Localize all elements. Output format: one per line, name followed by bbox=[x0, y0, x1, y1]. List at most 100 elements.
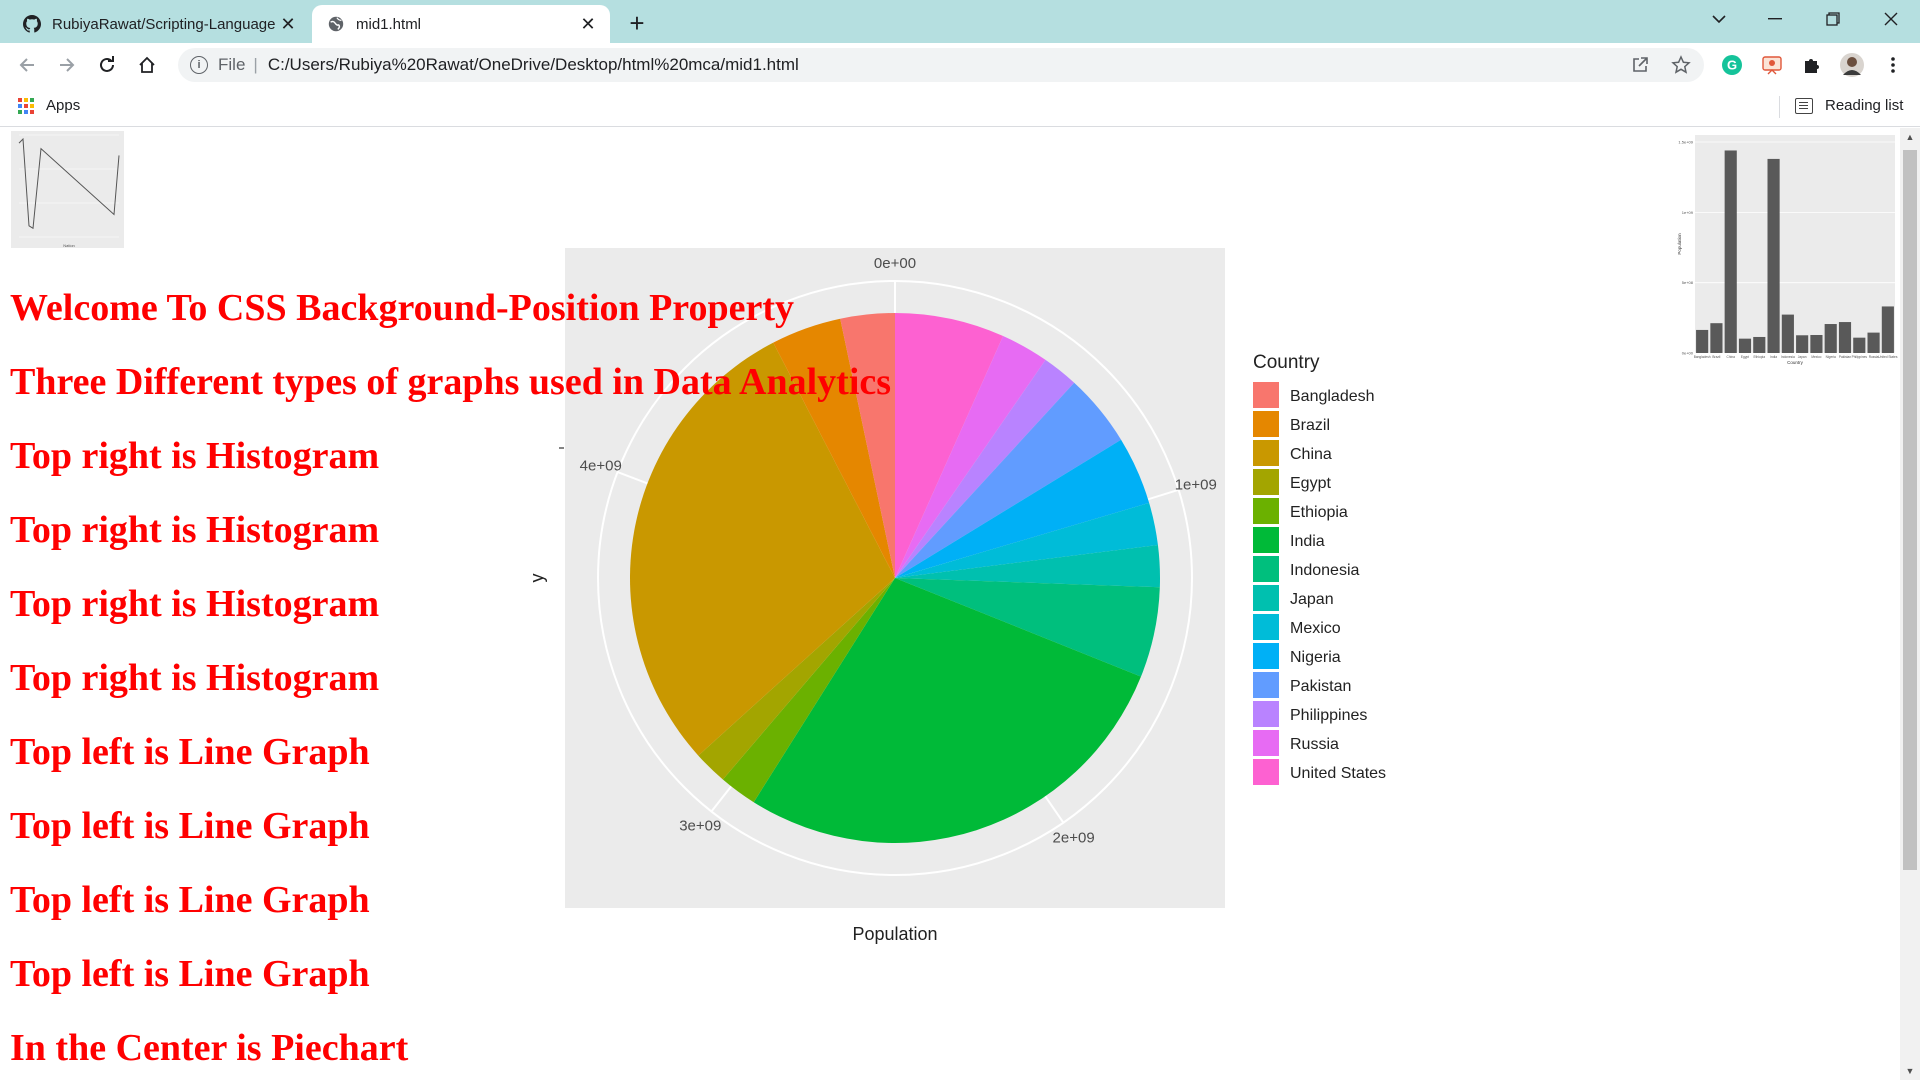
bar-thumb-x-tick: Japan bbox=[1798, 355, 1807, 359]
pie-legend-swatch bbox=[1253, 643, 1279, 669]
bar-thumb-x-tick: Russia bbox=[1869, 355, 1879, 359]
bar-thumb-x-tick: Philippines bbox=[1852, 355, 1868, 359]
forward-button[interactable] bbox=[50, 48, 84, 82]
pie-legend-swatch bbox=[1253, 440, 1279, 466]
scroll-up-arrow-icon[interactable]: ▲ bbox=[1900, 128, 1920, 146]
close-window-button[interactable] bbox=[1868, 0, 1914, 38]
pie-legend-swatch bbox=[1253, 382, 1279, 408]
reload-button[interactable] bbox=[90, 48, 124, 82]
page-heading: Top right is Histogram bbox=[10, 509, 380, 551]
address-bar[interactable]: i File | C:/Users/Rubiya%20Rawat/OneDriv… bbox=[178, 48, 1704, 82]
info-icon[interactable]: i bbox=[190, 56, 208, 74]
pie-legend-swatch bbox=[1253, 585, 1279, 611]
share-icon[interactable] bbox=[1626, 51, 1654, 79]
globe-icon bbox=[326, 14, 346, 34]
minimize-button[interactable] bbox=[1752, 0, 1798, 38]
extension-icon[interactable] bbox=[1759, 52, 1785, 78]
pie-legend-label: Indonesia bbox=[1290, 562, 1359, 579]
scrollbar-thumb[interactable] bbox=[1903, 150, 1917, 870]
tab-github[interactable]: RubiyaRawat/Scripting-Language ✕ bbox=[8, 5, 310, 43]
profile-avatar[interactable] bbox=[1839, 52, 1865, 78]
restore-button[interactable] bbox=[1810, 0, 1856, 38]
bar-thumb-bar bbox=[1867, 332, 1880, 353]
page-heading: Top left is Line Graph bbox=[10, 879, 370, 921]
reading-list-icon bbox=[1795, 97, 1813, 114]
line-thumb-background bbox=[11, 131, 124, 248]
pie-legend-label: Russia bbox=[1290, 736, 1339, 753]
pie-legend-label: Nigeria bbox=[1290, 649, 1341, 666]
bar-thumb-x-tick: Brazil bbox=[1712, 355, 1720, 359]
pie-tick-label: 1e+09 bbox=[1175, 476, 1217, 493]
url-text: C:/Users/Rubiya%20Rawat/OneDrive/Desktop… bbox=[267, 55, 799, 74]
bookmark-star-icon[interactable] bbox=[1667, 51, 1695, 79]
bar-thumb-x-tick: China bbox=[1727, 355, 1736, 359]
bookmarks-bar: Apps Reading list bbox=[0, 88, 1920, 127]
pie-legend-swatch bbox=[1253, 701, 1279, 727]
pie-legend-swatch bbox=[1253, 614, 1279, 640]
page-heading: Top left is Line Graph bbox=[10, 953, 370, 995]
close-icon[interactable]: ✕ bbox=[578, 14, 598, 34]
bar-thumb-y-label: Population bbox=[1677, 233, 1682, 255]
bar-thumb-bar bbox=[1781, 314, 1794, 353]
page-heading: Welcome To CSS Background-Position Prope… bbox=[10, 287, 794, 329]
pie-legend-label: Pakistan bbox=[1290, 678, 1351, 695]
svg-text:G: G bbox=[1727, 58, 1737, 73]
pie-legend-swatch bbox=[1253, 469, 1279, 495]
page-heading: Top left is Line Graph bbox=[10, 805, 370, 847]
bar-thumb-bar bbox=[1710, 323, 1723, 353]
scroll-down-arrow-icon[interactable]: ▼ bbox=[1900, 1062, 1920, 1080]
reading-list-label: Reading list bbox=[1825, 97, 1904, 114]
back-button[interactable] bbox=[10, 48, 44, 82]
bar-thumb-y-tick: 1.5e+09 bbox=[1678, 140, 1693, 145]
bar-thumb-bar bbox=[1738, 338, 1752, 353]
bar-thumb-x-tick: Egypt bbox=[1741, 355, 1749, 359]
pie-legend-label: Philippines bbox=[1290, 707, 1367, 724]
browser-toolbar: i File | C:/Users/Rubiya%20Rawat/OneDriv… bbox=[0, 43, 1920, 88]
grammarly-icon[interactable]: G bbox=[1719, 52, 1745, 78]
page-headings: Welcome To CSS Background-Position Prope… bbox=[10, 288, 891, 1080]
page-heading: Top right is Histogram bbox=[10, 583, 380, 625]
menu-kebab-icon[interactable] bbox=[1880, 52, 1906, 78]
tab-title: mid1.html bbox=[356, 15, 422, 33]
new-tab-button[interactable]: + bbox=[622, 8, 652, 38]
extensions-puzzle-icon[interactable] bbox=[1799, 52, 1825, 78]
page-heading: Top right is Histogram bbox=[10, 435, 380, 477]
bar-thumb-bar bbox=[1753, 336, 1766, 353]
line-graph-thumbnail: Nation bbox=[11, 131, 124, 248]
pie-tick-label: 0e+00 bbox=[874, 255, 916, 272]
apps-shortcut[interactable]: Apps bbox=[18, 97, 80, 114]
bar-thumb-x-tick: India bbox=[1770, 355, 1777, 359]
bar-thumb-bar bbox=[1696, 329, 1709, 353]
histogram-thumbnail: 0e+00 5e+08 1e+09 1.5e+09 Bangladesh Brazil Ch… bbox=[1673, 131, 1899, 379]
pie-legend-label: United States bbox=[1290, 765, 1386, 782]
pie-tick-label: 2e+09 bbox=[1053, 829, 1095, 846]
pie-legend-label: China bbox=[1290, 446, 1332, 463]
pie-legend-title: Country bbox=[1253, 352, 1320, 373]
pie-legend-label: Bangladesh bbox=[1290, 388, 1375, 405]
pie-legend-swatch bbox=[1253, 759, 1279, 785]
pie-legend-swatch bbox=[1253, 411, 1279, 437]
bar-thumb-x-tick: Indonesia bbox=[1781, 355, 1795, 359]
page-viewport: Nation 0e+00 5e+08 1e+09 1.5e+09 Bangladesh B… bbox=[0, 128, 1920, 1080]
close-icon[interactable]: ✕ bbox=[278, 14, 298, 34]
tab-mid1[interactable]: mid1.html ✕ bbox=[312, 5, 610, 43]
bar-thumb-x-tick: Pakistan bbox=[1839, 355, 1851, 359]
bar-thumb-x-tick: Mexico bbox=[1811, 355, 1821, 359]
bar-thumb-bar bbox=[1767, 158, 1780, 353]
pie-legend-label: Japan bbox=[1290, 591, 1334, 608]
home-button[interactable] bbox=[130, 48, 164, 82]
page-heading: Three Different types of graphs used in … bbox=[10, 361, 892, 403]
pie-legend-label: Ethiopia bbox=[1290, 504, 1348, 521]
tab-strip: RubiyaRawat/Scripting-Language ✕ mid1.ht… bbox=[0, 0, 1920, 43]
reading-list-button[interactable]: Reading list bbox=[1795, 97, 1903, 114]
tab-search-icon[interactable] bbox=[1696, 0, 1742, 38]
tab-title: RubiyaRawat/Scripting-Language bbox=[52, 15, 276, 33]
bar-thumb-bar bbox=[1810, 334, 1823, 353]
url-scheme: File bbox=[218, 55, 246, 74]
bar-thumb-y-tick: 5e+08 bbox=[1682, 280, 1694, 285]
bar-thumb-bar bbox=[1838, 322, 1852, 353]
bar-thumb-bar bbox=[1796, 335, 1809, 353]
page-heading: Top left is Line Graph bbox=[10, 731, 370, 773]
bar-thumb-bar bbox=[1853, 337, 1866, 353]
github-icon bbox=[22, 14, 42, 34]
